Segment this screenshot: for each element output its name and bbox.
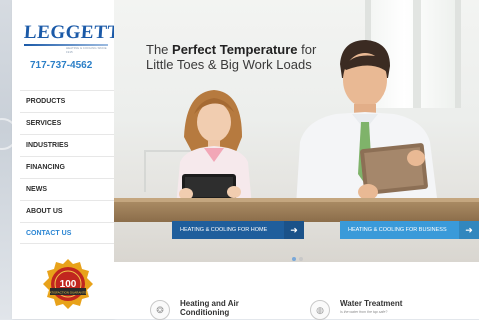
nav-item-industries[interactable]: INDUSTRIES bbox=[20, 134, 114, 156]
headline-bold: Perfect Temperature bbox=[172, 42, 298, 57]
businessman-with-tablet-photo bbox=[296, 40, 438, 206]
badge-text: SATISFACTION GUARANTEE bbox=[48, 291, 89, 295]
slider-dot-active[interactable] bbox=[292, 257, 296, 261]
arrow-right-icon: ➜ bbox=[459, 221, 479, 239]
service-water-title[interactable]: Water Treatment bbox=[340, 299, 402, 308]
headline-pre: The bbox=[146, 42, 169, 57]
main-nav: PRODUCTS SERVICES INDUSTRIES FINANCING N… bbox=[20, 90, 114, 244]
hero-banner: The Perfect Temperature for Little Toes … bbox=[114, 0, 479, 262]
slider-dots bbox=[292, 248, 306, 262]
arrow-right-icon: ➜ bbox=[284, 221, 304, 239]
cta-business-label: HEATING & COOLING FOR BUSINESS bbox=[348, 227, 447, 233]
cta-home-label: HEATING & COOLING FOR HOME bbox=[180, 227, 268, 233]
phone-number[interactable]: 717-737-4562 bbox=[30, 60, 92, 71]
headline-line2: Little Toes & Big Work Loads bbox=[146, 57, 312, 72]
nav-item-contact-us[interactable]: CONTACT US bbox=[20, 222, 114, 244]
heating-cooling-home-button[interactable]: HEATING & COOLING FOR HOME ➜ bbox=[172, 221, 304, 239]
logo-tagline: HEATING & COOLING SINCE 1915 bbox=[66, 46, 107, 54]
nav-item-news[interactable]: NEWS bbox=[20, 178, 114, 200]
water-drop-icon[interactable]: ◍ bbox=[310, 300, 330, 320]
nav-item-products[interactable]: PRODUCTS bbox=[20, 90, 114, 112]
service-water-subtitle: Is the water from the tap safe? bbox=[340, 310, 388, 314]
service-heating-line1: Heating and Air bbox=[180, 299, 239, 308]
badge-number: 100 bbox=[60, 279, 77, 290]
nav-item-services[interactable]: SERVICES bbox=[20, 112, 114, 134]
girl-with-tablet-photo bbox=[176, 90, 252, 207]
leggett-logo[interactable]: LEGGETT bbox=[23, 22, 121, 44]
heating-cooling-business-button[interactable]: HEATING & COOLING FOR BUSINESS ➜ bbox=[340, 221, 479, 239]
sidebar: LEGGETT HEATING & COOLING SINCE 1915 717… bbox=[12, 0, 121, 319]
satisfaction-guarantee-badge: 100 SATISFACTION GUARANTEE bbox=[43, 259, 93, 309]
service-heating-title[interactable]: Heating and Air Conditioning bbox=[180, 299, 239, 317]
thermostat-icon[interactable]: ❂ bbox=[150, 300, 170, 320]
slider-dot[interactable] bbox=[299, 257, 303, 261]
table bbox=[114, 202, 479, 222]
page-background bbox=[0, 0, 12, 319]
service-heating-line2: Conditioning bbox=[180, 308, 230, 317]
nav-item-financing[interactable]: FINANCING bbox=[20, 156, 114, 178]
nav-item-about-us[interactable]: ABOUT US bbox=[20, 200, 114, 222]
services-strip: ❂ Heating and Air Conditioning ◍ Water T… bbox=[114, 262, 479, 320]
